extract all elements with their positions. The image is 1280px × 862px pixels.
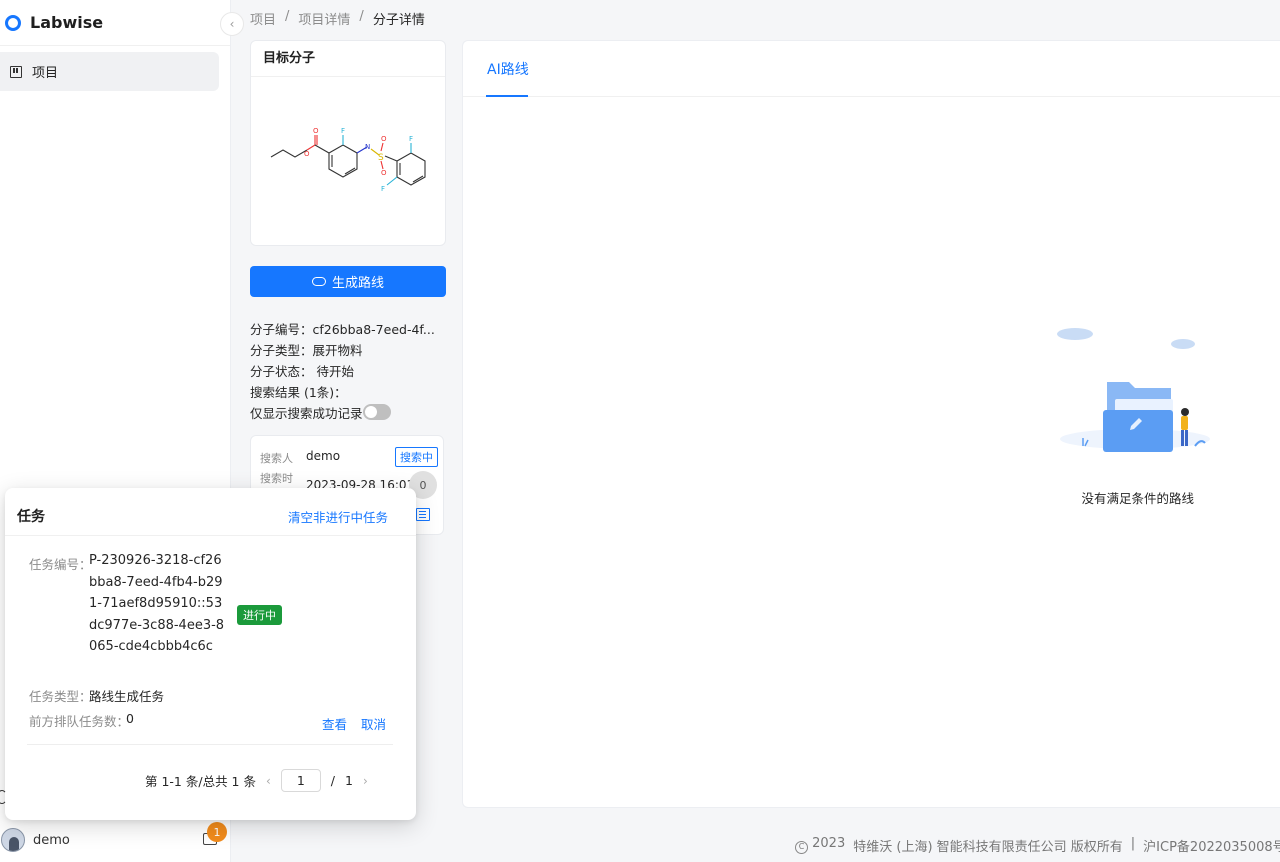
copyright-year: 2023 — [812, 836, 846, 851]
task-popup: 任务 清空非进行中任务 任务编号： P-230926-3218-cf26bba8… — [5, 488, 416, 820]
icp-link[interactable]: 沪ICP备2022035008号-1 — [1143, 836, 1280, 855]
success-only-label: 仅显示搜索成功记录 — [250, 406, 363, 421]
sidebar-item-projects[interactable]: 项目 — [0, 52, 219, 91]
atom-s: S — [378, 153, 384, 163]
atom-o: O — [304, 150, 310, 158]
breadcrumb-separator: / — [359, 9, 364, 24]
search-results-label: 搜索结果 (1条)： — [250, 385, 347, 400]
atom-o: O — [381, 135, 387, 143]
sidebar-collapse-button[interactable]: ‹ — [220, 12, 244, 36]
sidebar-item-label: 项目 — [32, 66, 59, 81]
page-number-input[interactable]: 1 — [280, 769, 321, 792]
task-status-badge: 进行中 — [237, 605, 282, 625]
breadcrumb-projects[interactable]: 项目 — [250, 9, 276, 28]
prev-page-icon[interactable]: ‹ — [266, 774, 271, 788]
next-page-icon[interactable]: › — [363, 774, 368, 788]
user-name[interactable]: demo — [33, 833, 70, 848]
molecule-status: 分子状态： 待开始 — [250, 364, 354, 379]
molecule-type: 分子类型：展开物料 — [250, 343, 363, 358]
user-area: demo 1 — [0, 822, 231, 854]
pagination-summary: 第 1-1 条/总共 1 条 — [145, 774, 256, 789]
project-board-icon — [10, 65, 22, 78]
chevron-left-icon: ‹ — [229, 17, 235, 31]
cloud-upload-icon — [311, 277, 326, 286]
atom-f: F — [409, 135, 413, 143]
target-molecule-title: 目标分子 — [251, 41, 445, 77]
task-count-badge: 1 — [207, 822, 227, 842]
molecule-id: 分子编号：cf26bba8-7eed-4f... — [250, 322, 435, 337]
task-id-label: 任务编号： — [29, 557, 92, 572]
atom-o: O — [381, 169, 387, 177]
active-tab-indicator — [486, 95, 528, 97]
task-popup-title: 任务 — [17, 509, 45, 525]
target-molecule-card: 目标分子 O O F N S O O F F — [250, 40, 446, 246]
copyright-icon: C 2023 — [795, 836, 845, 855]
clear-tasks-link[interactable]: 清空非进行中任务 — [288, 507, 388, 526]
route-tabs: AI路线 — [463, 41, 1280, 97]
breadcrumb-separator: / — [285, 9, 290, 24]
cancel-task-link[interactable]: 取消 — [361, 714, 386, 733]
breadcrumb-molecule-detail: 分子详情 — [372, 13, 425, 28]
breadcrumb-project-detail[interactable]: 项目详情 — [298, 9, 350, 28]
divider — [27, 744, 393, 745]
footer-separator: | — [1130, 836, 1136, 851]
tab-ai-route[interactable]: AI路线 — [487, 59, 529, 79]
searcher-value: demo — [306, 449, 341, 463]
footer: C 2023 特维沃 (上海) 智能科技有限责任公司 版权所有 | 沪ICP备2… — [795, 836, 1280, 855]
task-type-label: 任务类型： — [29, 689, 92, 704]
list-icon[interactable] — [416, 508, 430, 521]
generate-route-button[interactable]: 生成路线 — [250, 266, 446, 297]
route-panel: AI路线 没有满足条件的路线 — [462, 40, 1280, 808]
task-popup-header: 任务 清空非进行中任务 — [5, 488, 416, 536]
empty-folder-illustration-icon — [1057, 328, 1210, 452]
atom-o: O — [313, 127, 319, 135]
molecule-structure-image: O O F N S O O F F — [270, 127, 426, 193]
labwise-logo-icon — [5, 14, 21, 31]
page-separator: / — [330, 773, 336, 788]
breadcrumb: 项目 / 项目详情 / 分子详情 — [250, 9, 425, 28]
queue-count-label: 前方排队任务数： — [29, 714, 130, 729]
task-id-value: P-230926-3218-cf26bba8-7eed-4fb4-b291-71… — [89, 553, 225, 654]
success-only-toggle[interactable] — [363, 404, 391, 420]
brand[interactable]: Labwise — [0, 0, 230, 46]
view-task-link[interactable]: 查看 — [322, 714, 347, 733]
queue-count-value: 0 — [126, 711, 134, 726]
app-name: Labwise — [30, 13, 104, 32]
page-total: 1 — [345, 773, 353, 788]
search-status-badge: 搜索中 — [395, 447, 438, 467]
search-time-label: 搜索时 — [260, 472, 293, 485]
task-type-value: 路线生成任务 — [89, 689, 165, 704]
pagination: 第 1-1 条/总共 1 条 ‹ 1 / 1 › — [145, 769, 368, 792]
searcher-label: 搜索人 — [260, 452, 293, 465]
generate-route-label: 生成路线 — [331, 276, 384, 291]
avatar[interactable] — [1, 828, 25, 852]
empty-state-text: 没有满足条件的路线 — [1081, 491, 1194, 506]
company-text: 特维沃 (上海) 智能科技有限责任公司 版权所有 — [853, 840, 1123, 855]
atom-f: F — [341, 127, 345, 135]
atom-f: F — [381, 185, 385, 193]
atom-n: N — [365, 143, 370, 151]
